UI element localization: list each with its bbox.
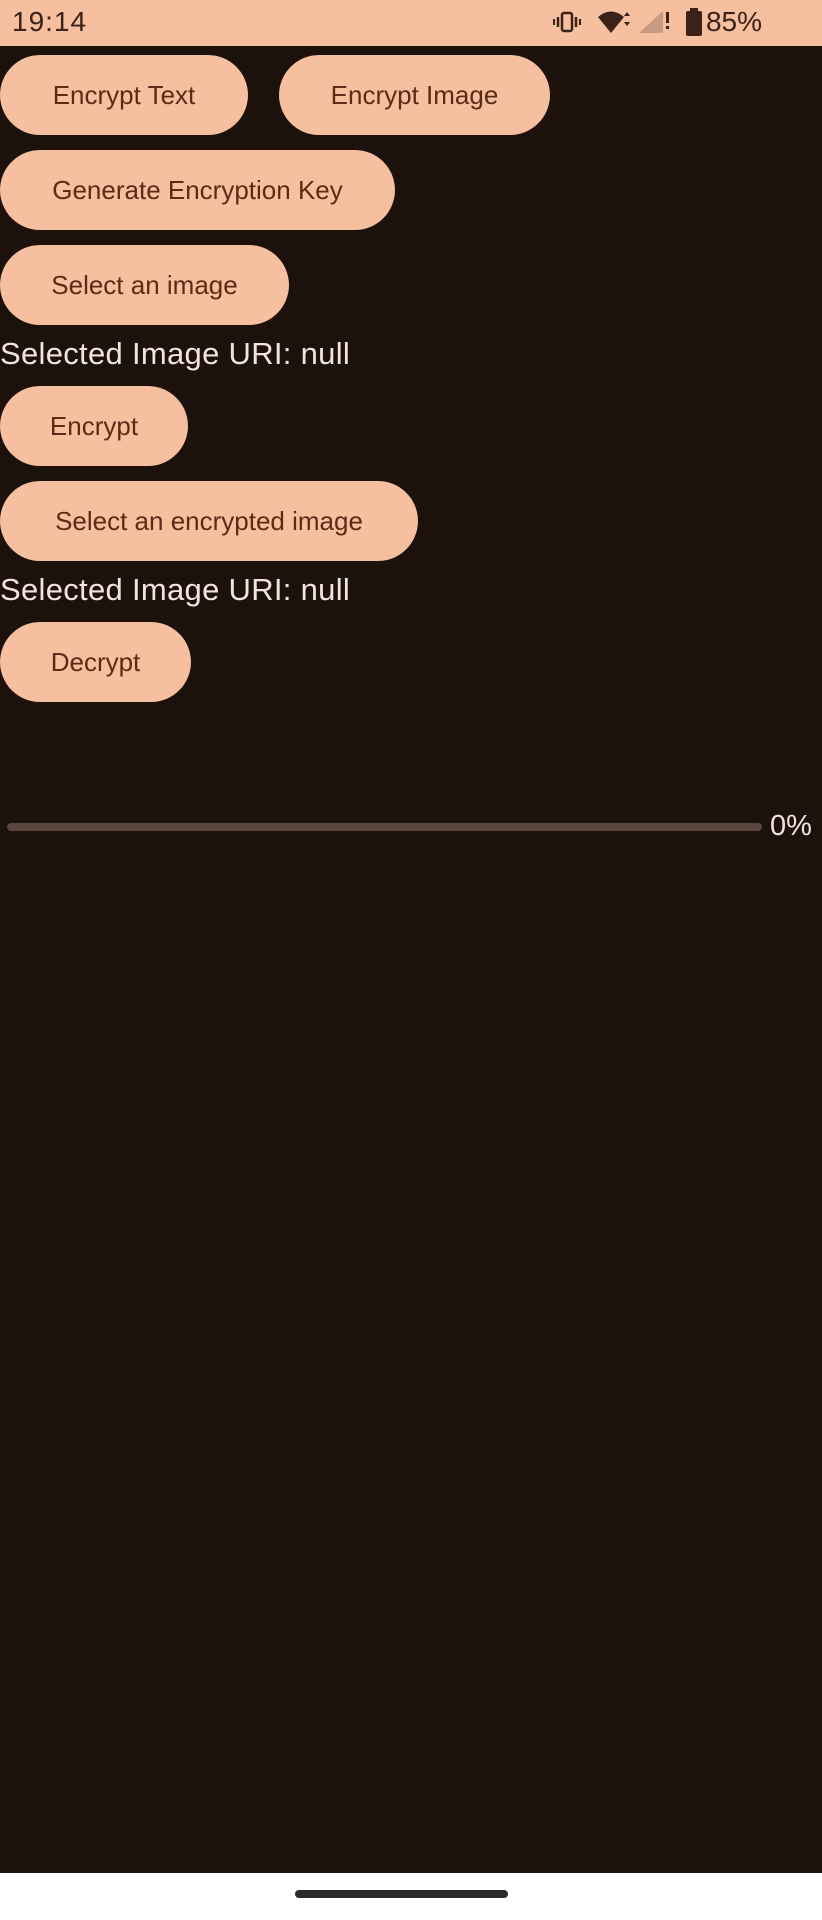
vibrate-icon bbox=[553, 11, 581, 33]
progress-bar bbox=[7, 823, 762, 831]
encrypt-button[interactable]: Encrypt bbox=[0, 386, 188, 466]
status-bar: 19:14 85% bbox=[0, 0, 822, 46]
battery-icon bbox=[686, 8, 702, 36]
selected-image-uri-label: Selected Image URI: null bbox=[0, 336, 351, 371]
selected-encrypted-image-uri-label: Selected Image URI: null bbox=[0, 572, 351, 607]
wifi-icon bbox=[598, 11, 630, 33]
progress-percent: 0% bbox=[770, 810, 812, 842]
generate-key-button[interactable]: Generate Encryption Key bbox=[0, 150, 395, 230]
select-image-button[interactable]: Select an image bbox=[0, 245, 289, 325]
encrypt-text-button[interactable]: Encrypt Text bbox=[0, 55, 248, 135]
signal-icon bbox=[639, 11, 669, 33]
decrypt-button[interactable]: Decrypt bbox=[0, 622, 191, 702]
navigation-bar bbox=[0, 1873, 822, 1920]
battery-percent: 85% bbox=[705, 6, 762, 37]
app-screen: 19:14 85% Encrypt Text Encrypt Image Gen… bbox=[0, 0, 822, 1920]
select-encrypted-image-button[interactable]: Select an encrypted image bbox=[0, 481, 418, 561]
home-gesture-handle[interactable] bbox=[295, 1890, 508, 1898]
encrypt-image-button[interactable]: Encrypt Image bbox=[279, 55, 550, 135]
status-time: 19:14 bbox=[12, 6, 88, 37]
